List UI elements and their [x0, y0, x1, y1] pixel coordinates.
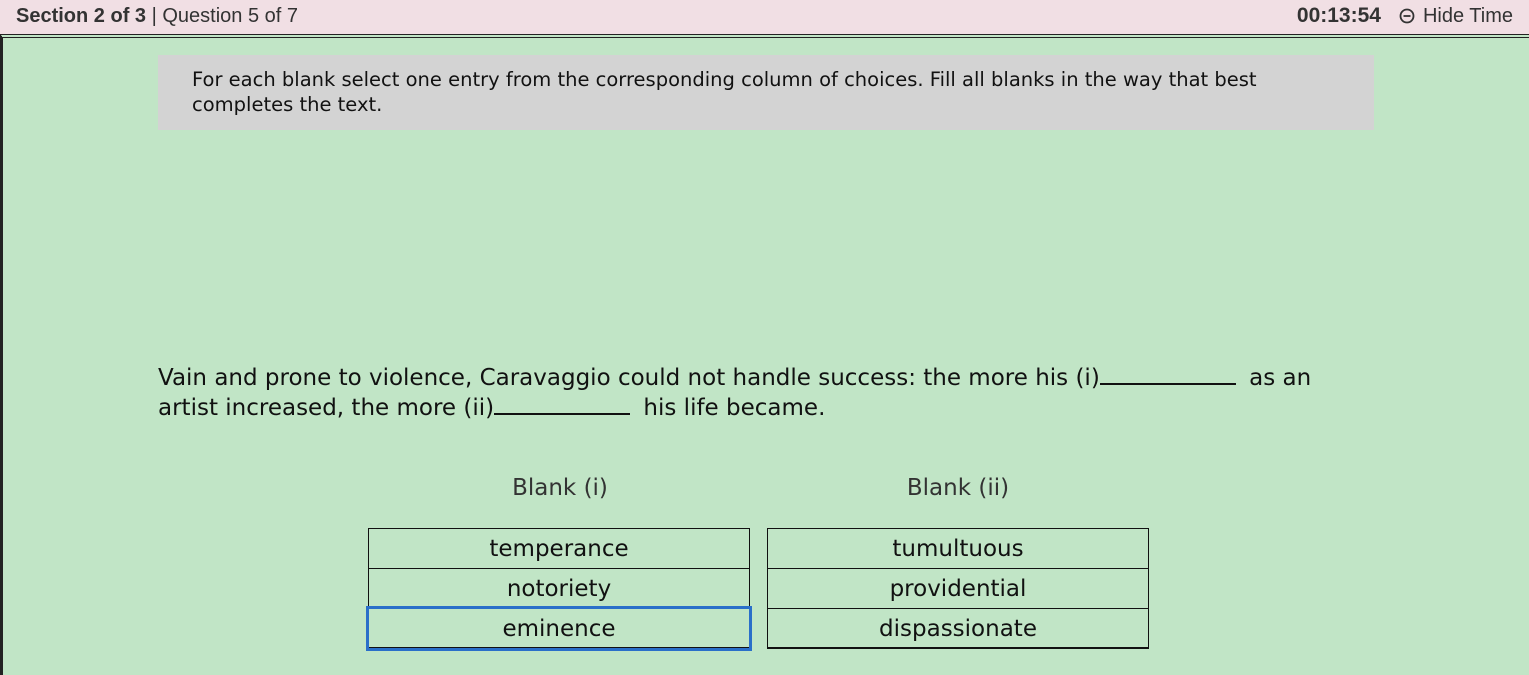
- hide-time-button[interactable]: Hide Time: [1399, 5, 1513, 28]
- choice-eminence[interactable]: eminence: [366, 606, 752, 651]
- question-part-1: Vain and prone to violence, Caravaggio c…: [158, 365, 1100, 391]
- choice-tumultuous[interactable]: tumultuous: [767, 528, 1149, 569]
- timer-area: 00:13:54 Hide Time: [1297, 4, 1513, 28]
- timer: 00:13:54: [1296, 4, 1381, 27]
- instructions-box: For each blank select one entry from the…: [158, 55, 1374, 130]
- blank-i-choices: temperance notoriety eminence: [366, 528, 752, 651]
- question-frame: [0, 34, 1529, 675]
- blank-ii-heading: Blank (ii): [906, 475, 1010, 501]
- question-label: Question 5 of 7: [162, 5, 298, 27]
- top-bar: Section 2 of 3 | Question 5 of 7 00:13:5…: [0, 0, 1529, 34]
- choice-notoriety[interactable]: notoriety: [368, 568, 750, 609]
- section-label: Section 2 of 3: [16, 5, 147, 27]
- question-part-3: his life became.: [643, 395, 826, 421]
- progress-indicator: Section 2 of 3 | Question 5 of 7: [16, 5, 298, 28]
- hide-time-label: Hide Time: [1422, 4, 1513, 27]
- choice-dispassionate[interactable]: dispassionate: [767, 608, 1149, 649]
- blank-i-line: [1099, 363, 1236, 385]
- choice-temperance[interactable]: temperance: [368, 528, 750, 569]
- choice-providential[interactable]: providential: [767, 568, 1149, 609]
- progress-separator: |: [146, 5, 163, 27]
- minus-circle-icon: [1399, 8, 1415, 24]
- question-text: Vain and prone to violence, Caravaggio c…: [158, 363, 1378, 423]
- blank-ii-choices: tumultuous providential dispassionate: [767, 528, 1149, 649]
- blank-i-heading: Blank (i): [512, 475, 608, 501]
- blank-ii-line: [494, 393, 631, 415]
